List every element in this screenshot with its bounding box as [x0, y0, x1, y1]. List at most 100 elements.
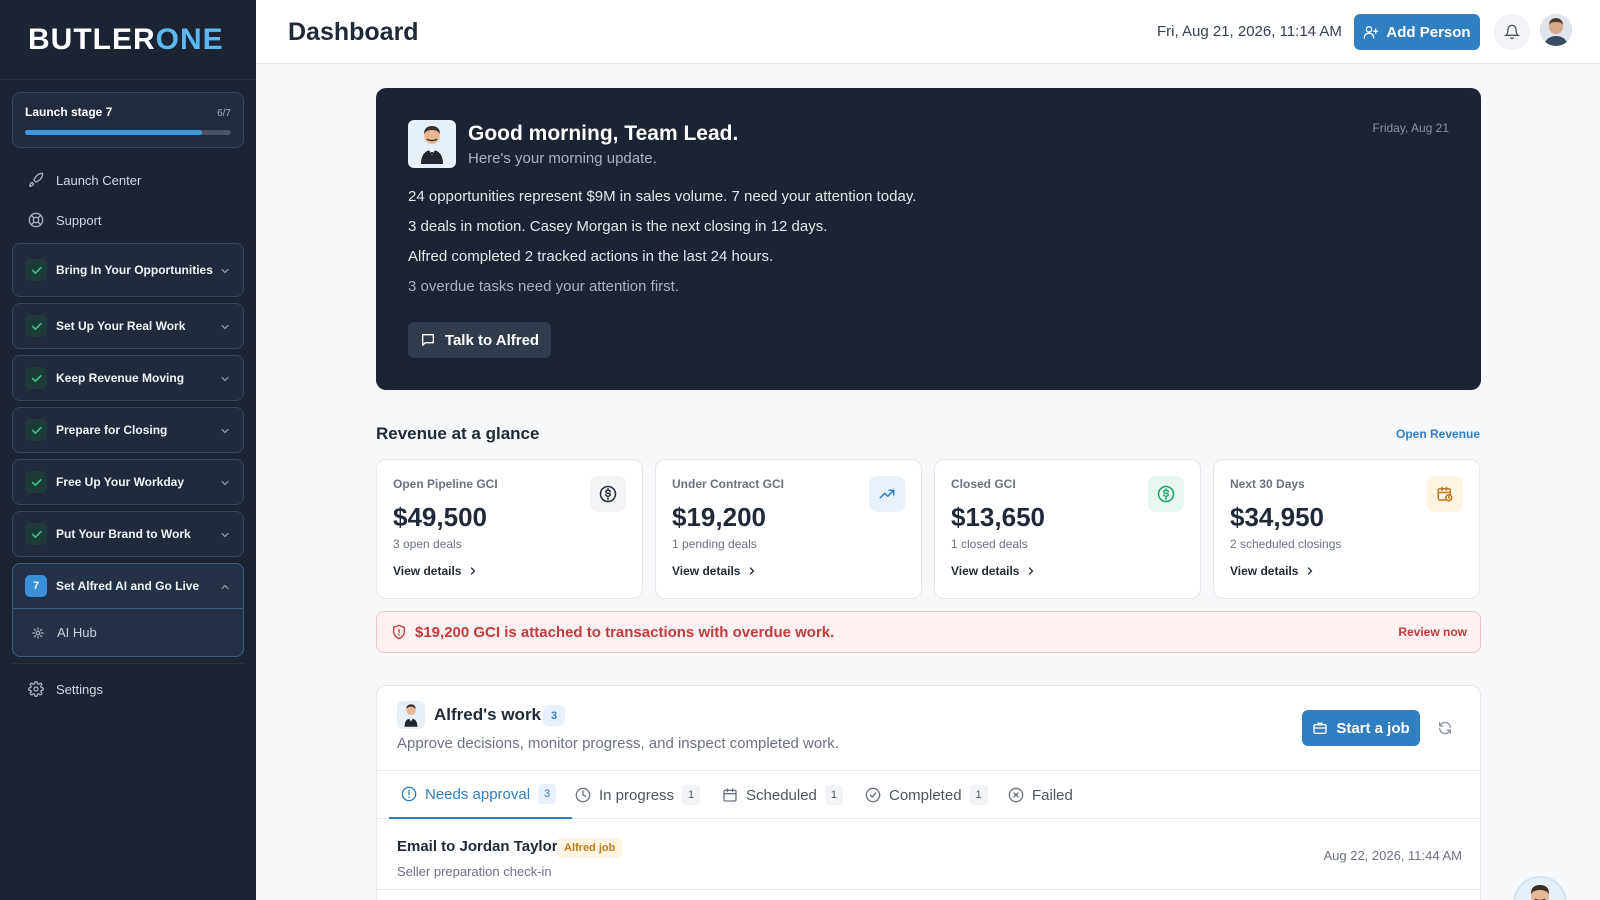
kpi-label: Open Pipeline GCI [393, 477, 498, 491]
tab-count-badge: 3 [538, 784, 557, 804]
add-person-button[interactable]: Add Person [1354, 14, 1480, 50]
talk-to-alfred-button[interactable]: Talk to Alfred [408, 322, 551, 358]
talk-to-alfred-label: Talk to Alfred [444, 331, 540, 349]
launch-stage-card[interactable]: Launch stage 7 6/7 [12, 92, 244, 148]
sidebar-step-label: Prepare for Closing [56, 423, 168, 437]
bell-icon [1504, 24, 1520, 40]
view-details-label: View details [1230, 564, 1299, 578]
work-tabs: Needs approval 3 In progress 1 Scheduled 1 Com… [377, 770, 1480, 819]
sidebar-item-support[interactable]: Support [0, 200, 256, 240]
view-details-label: View details [393, 564, 462, 578]
summary-line: 24 opportunities represent $9M in sales … [408, 188, 917, 205]
sidebar-step-6[interactable]: Put Your Brand to Work [12, 511, 244, 557]
alfreds-work-panel: Alfred's work 3 Approve decisions, monit… [376, 685, 1481, 900]
job-row[interactable]: Email to Jordan Taylor Alfred job Seller… [377, 820, 1480, 890]
open-revenue-link[interactable]: Open Revenue [1396, 427, 1480, 441]
tab-count-badge: 1 [682, 785, 701, 805]
sparkle-icon [31, 626, 45, 640]
step-number-badge: 7 [25, 575, 47, 597]
sidebar-item-ai-hub[interactable]: AI Hub [12, 608, 244, 657]
notifications-button[interactable] [1494, 14, 1530, 50]
avatar[interactable] [1540, 14, 1572, 46]
tab-count-badge: 1 [824, 785, 843, 805]
sidebar-item-settings[interactable]: Settings [0, 669, 256, 709]
sidebar-step-4[interactable]: Prepare for Closing [12, 407, 244, 453]
kpi-label: Under Contract GCI [672, 477, 785, 491]
sidebar-step-label: Bring In Your Opportunities [56, 263, 213, 277]
sidebar-step-label: Set Up Your Real Work [56, 319, 186, 333]
check-circle-icon [865, 787, 881, 803]
tab-label: In progress [599, 786, 675, 804]
current-datetime: Fri, Aug 21, 2026, 11:14 AM [1157, 23, 1342, 40]
kpi-subtext: 1 pending deals [672, 537, 757, 551]
sidebar-item-launch-center[interactable]: Launch Center [0, 160, 256, 200]
check-icon [25, 523, 47, 545]
kpi-label: Next 30 Days [1230, 477, 1305, 491]
chevron-down-icon[interactable] [219, 528, 231, 540]
view-details-label: View details [951, 564, 1020, 578]
chevron-down-icon[interactable] [219, 320, 231, 332]
lifebuoy-icon [28, 212, 44, 228]
kpi-subtext: 1 closed deals [951, 537, 1028, 551]
tab-in-progress[interactable]: In progress 1 [575, 771, 701, 819]
chevron-down-icon[interactable] [219, 424, 231, 436]
tab-label: Failed [1032, 786, 1073, 804]
kpi-subtext: 3 open deals [393, 537, 462, 551]
x-circle-icon [1008, 787, 1024, 803]
clock-icon [575, 787, 591, 803]
sidebar-step-2[interactable]: Set Up Your Real Work [12, 303, 244, 349]
job-type-badge: Alfred job [557, 838, 623, 858]
page-title: Dashboard [288, 18, 419, 46]
app-logo[interactable]: BUTLERONE [0, 0, 256, 80]
check-icon [25, 315, 47, 337]
work-count-badge: 3 [543, 705, 565, 726]
job-scheduled-date: Aug 22, 2026, 11:44 AM [1323, 848, 1462, 863]
warning-icon [391, 624, 407, 640]
kpi-card: Closed GCI $13,650 1 closed deals View deta… [934, 459, 1201, 599]
overdue-alert: $19,200 GCI is attached to transactions … [376, 611, 1481, 653]
sidebar-step-7[interactable]: 7 Set Alfred AI and Go Live [12, 563, 244, 609]
dollar-icon [1148, 476, 1184, 512]
review-now-link[interactable]: Review now [1398, 625, 1467, 639]
check-icon [25, 471, 47, 493]
view-details-link[interactable]: View details [1230, 564, 1316, 578]
sidebar-step-label: Set Alfred AI and Go Live [56, 579, 200, 593]
sidebar-step-1[interactable]: Bring In Your Opportunities [12, 243, 244, 297]
alfred-chat-launcher[interactable] [1513, 876, 1567, 900]
sidebar-step-3[interactable]: Keep Revenue Moving [12, 355, 244, 401]
view-details-label: View details [672, 564, 741, 578]
chevron-down-icon[interactable] [219, 372, 231, 384]
calendar-icon [722, 787, 738, 803]
kpi-subtext: 2 scheduled closings [1230, 537, 1342, 551]
kpi-card: Under Contract GCI $19,200 1 pending deals… [655, 459, 922, 599]
update-summary: 24 opportunities represent $9M in sales … [408, 188, 916, 308]
greeting-subtitle: Here's your morning update. [468, 150, 657, 167]
tab-completed[interactable]: Completed 1 [865, 771, 988, 819]
view-details-link[interactable]: View details [393, 564, 479, 578]
tab-failed[interactable]: Failed [1008, 771, 1073, 819]
kpi-card: Next 30 Days $34,950 2 scheduled closings V… [1213, 459, 1480, 599]
sidebar-step-5[interactable]: Free Up Your Workday [12, 459, 244, 505]
chevron-down-icon[interactable] [219, 264, 231, 276]
dollar-icon [590, 476, 626, 512]
chevron-down-icon[interactable] [219, 476, 231, 488]
launch-progress-bar [25, 130, 231, 135]
work-title: Alfred's work [434, 705, 542, 724]
kpi-value: $13,650 [951, 502, 1045, 532]
chevron-up-icon[interactable] [219, 580, 231, 592]
view-details-link[interactable]: View details [672, 564, 758, 578]
check-icon [25, 419, 47, 441]
launch-stage-count: 6/7 [217, 108, 231, 119]
chevron-right-icon [1304, 565, 1316, 577]
revenue-section-title: Revenue at a glance [376, 424, 540, 443]
view-details-link[interactable]: View details [951, 564, 1037, 578]
refresh-button[interactable] [1435, 718, 1455, 738]
tab-scheduled[interactable]: Scheduled 1 [722, 771, 843, 819]
greeting-date: Friday, Aug 21 [1372, 121, 1450, 135]
tab-label: Scheduled [746, 786, 817, 804]
start-job-button[interactable]: Start a job [1302, 710, 1420, 746]
sidebar-item-label: Settings [56, 681, 103, 697]
tab-needs-approval[interactable]: Needs approval 3 [389, 771, 573, 819]
chevron-right-icon [467, 565, 479, 577]
chat-icon [420, 332, 436, 348]
